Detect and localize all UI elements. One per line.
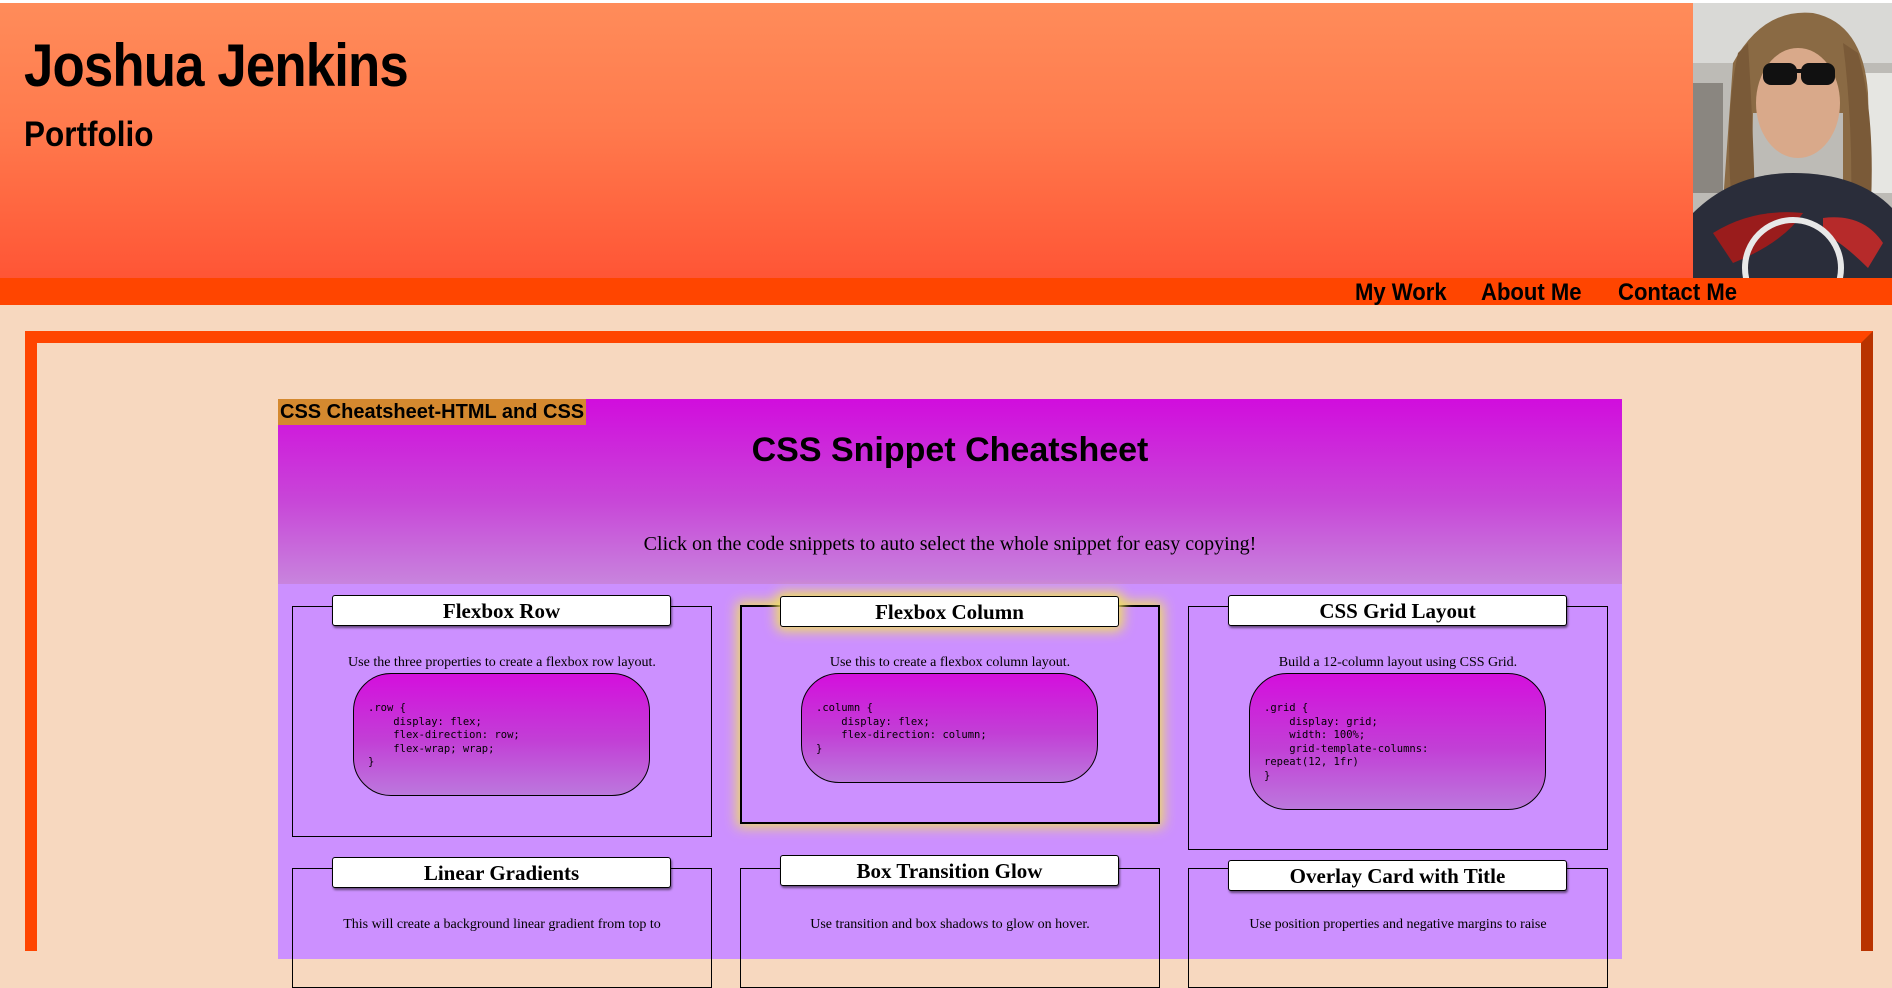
nav-bar: My Work About Me Contact Me bbox=[0, 278, 1892, 306]
avatar bbox=[1693, 3, 1892, 278]
code-text: .column { display: flex; flex-direction:… bbox=[816, 702, 987, 755]
card-description: Use position properties and negative mar… bbox=[1249, 917, 1547, 932]
card-title: Overlay Card with Title bbox=[1228, 860, 1567, 891]
card-title: Linear Gradients bbox=[332, 857, 671, 888]
card-title: CSS Grid Layout bbox=[1228, 595, 1567, 626]
code-text: .row { display: flex; flex-direction: ro… bbox=[368, 702, 520, 768]
cheatsheet-title: CSS Snippet Cheatsheet bbox=[751, 431, 1149, 469]
card-title: Flexbox Column bbox=[780, 596, 1119, 627]
site-name: Joshua Jenkins bbox=[24, 32, 409, 99]
card-description: Use this to create a flexbox column layo… bbox=[829, 655, 1071, 670]
card-description: Build a 12-column layout using CSS Grid. bbox=[1278, 655, 1518, 670]
nav-link-my-work[interactable]: My Work bbox=[1355, 278, 1447, 306]
nav-link-contact-me[interactable]: Contact Me bbox=[1618, 278, 1737, 306]
code-text: .grid { display: grid; width: 100%; grid… bbox=[1264, 702, 1429, 782]
site-subtitle: Portfolio bbox=[24, 115, 154, 154]
project-header: CSS Cheatsheet-HTML and CSS CSS Snippet … bbox=[278, 399, 1622, 584]
code-snippet[interactable]: .column { display: flex; flex-direction:… bbox=[801, 673, 1098, 783]
code-snippet[interactable]: .row { display: flex; flex-direction: ro… bbox=[353, 673, 650, 796]
site-header: Joshua Jenkins Portfolio bbox=[0, 0, 1892, 278]
code-snippet[interactable]: .grid { display: grid; width: 100%; grid… bbox=[1249, 673, 1546, 810]
card-description: Use the three properties to create a fle… bbox=[348, 655, 656, 670]
card-description: This will create a background linear gra… bbox=[343, 917, 661, 932]
project-tag[interactable]: CSS Cheatsheet-HTML and CSS bbox=[278, 399, 587, 425]
cheatsheet-instruction: Click on the code snippets to auto selec… bbox=[643, 533, 1257, 555]
project-panel: CSS Cheatsheet-HTML and CSS CSS Snippet … bbox=[278, 399, 1622, 988]
card-title: Box Transition Glow bbox=[780, 855, 1119, 886]
nav-link-about-me[interactable]: About Me bbox=[1481, 278, 1582, 306]
card-description: Use transition and box shadows to glow o… bbox=[810, 917, 1090, 932]
card-title: Flexbox Row bbox=[332, 595, 671, 626]
